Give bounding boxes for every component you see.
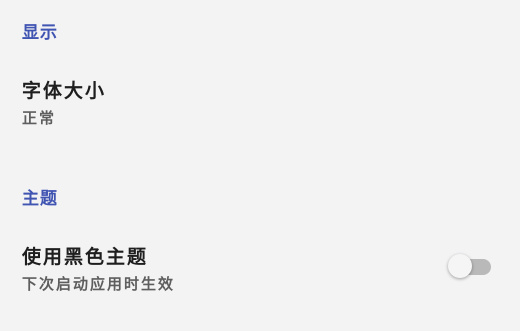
setting-dark-theme-title: 使用黑色主题	[22, 246, 149, 268]
dark-theme-switch[interactable]	[448, 252, 494, 280]
settings-screen: 显示 字体大小 正常 主题 使用黑色主题 下次启动应用时生效	[0, 0, 520, 331]
setting-font-size-value: 正常	[22, 109, 57, 127]
section-header-theme: 主题	[22, 189, 58, 209]
section-header-display: 显示	[22, 23, 58, 43]
setting-dark-theme[interactable]: 使用黑色主题 下次启动应用时生效	[0, 232, 520, 312]
setting-font-size-title: 字体大小	[22, 80, 107, 102]
setting-font-size[interactable]: 字体大小 正常	[0, 58, 520, 148]
switch-thumb	[448, 254, 472, 278]
setting-dark-theme-summary: 下次启动应用时生效	[22, 275, 176, 293]
